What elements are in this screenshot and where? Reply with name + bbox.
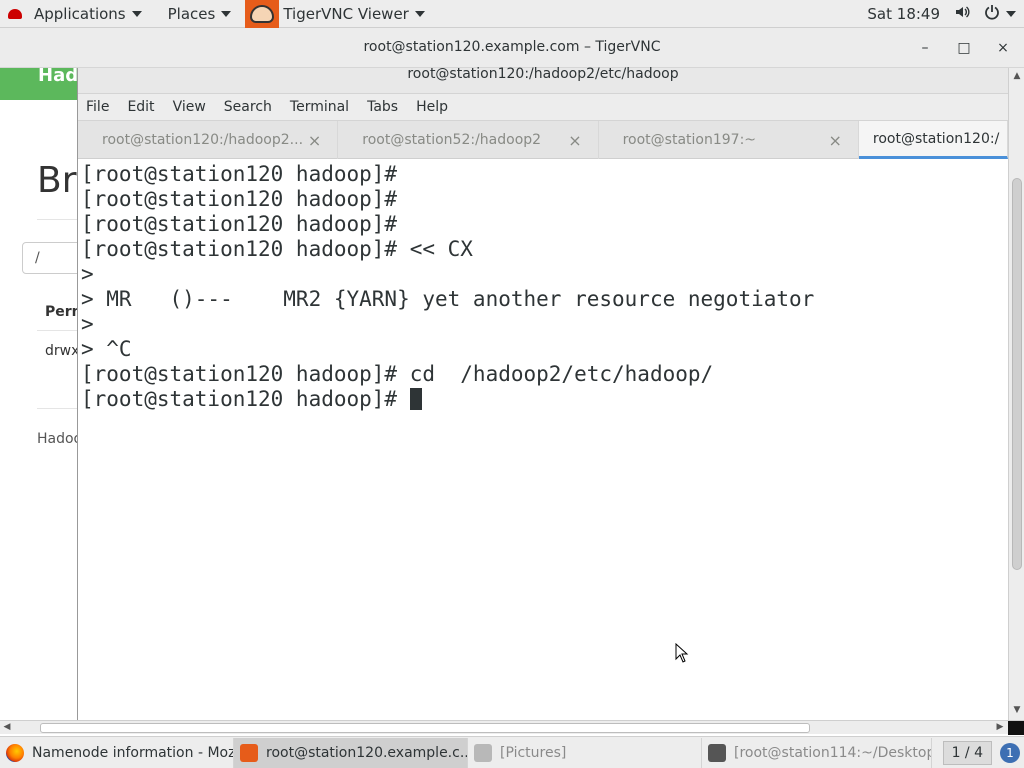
clock[interactable]: Sat 18:49 [867, 5, 940, 23]
applications-menu[interactable]: Applications [0, 0, 148, 28]
terminal-line: [root@station120 hadoop]# [81, 187, 398, 211]
tab-label: root@station120:/hadoop2... [102, 132, 304, 148]
divider [37, 219, 78, 220]
scroll-corner [1008, 721, 1024, 735]
page-footer: Hadoo [37, 431, 78, 447]
close-icon[interactable]: × [828, 131, 841, 150]
terminal-output[interactable]: [root@station120 hadoop]# [root@station12… [78, 159, 1009, 720]
page-heading: Bro [37, 160, 78, 201]
terminal-line: > [81, 312, 94, 336]
terminal-line: [root@station120 hadoop]# [81, 212, 398, 236]
task-label: Namenode information - Moz... [32, 744, 234, 761]
notification-badge[interactable]: 1 [1000, 742, 1020, 763]
terminal-line: > MR ()--- MR2 {YARN} yet another resour… [81, 287, 815, 311]
vnc-window-title: root@station120.example.com – TigerVNC [363, 39, 661, 55]
close-icon[interactable]: × [568, 131, 581, 150]
scroll-left-icon[interactable]: ◀ [1, 721, 13, 733]
tab-station120-active[interactable]: root@station120:/ [858, 121, 1008, 159]
firefox-icon [6, 743, 24, 762]
applications-label: Applications [34, 4, 126, 23]
redhat-icon [8, 8, 22, 19]
power-icon[interactable] [984, 4, 1000, 24]
places-label: Places [167, 4, 216, 23]
table-cell-permission: drwx [45, 343, 78, 359]
terminal-line: [root@station120 hadoop]# [81, 162, 398, 186]
places-menu[interactable]: Places [162, 0, 238, 28]
task-firefox[interactable]: Namenode information - Moz... [0, 737, 234, 768]
terminal-line: > ^C [81, 337, 132, 361]
terminal-line: [root@station120 hadoop]# << CX [81, 237, 473, 261]
tab-label: root@station197:~ [622, 132, 757, 148]
terminal-line: > [81, 262, 94, 286]
navbar-brand[interactable]: Hado [38, 68, 78, 86]
maximize-button[interactable]: □ [954, 38, 974, 58]
tab-label: root@station120:/ [872, 130, 1000, 147]
menu-file[interactable]: File [86, 99, 109, 115]
tab-label: root@station52:/hadoop2 [362, 132, 542, 148]
vertical-scrollbar[interactable]: ▲ ▼ [1008, 68, 1024, 720]
terminal-tabbar: root@station120:/hadoop2... × root@stati… [78, 121, 1008, 159]
mouse-pointer-icon [675, 643, 689, 663]
workspace-indicator[interactable]: 1 / 4 [942, 740, 992, 765]
task-label: [root@station114:~/Desktop] [734, 744, 932, 761]
menu-edit[interactable]: Edit [127, 99, 154, 115]
task-tigervnc[interactable]: root@station120.example.c... [234, 737, 468, 768]
divider [37, 330, 78, 331]
menu-terminal[interactable]: Terminal [290, 99, 349, 115]
close-icon[interactable]: × [308, 131, 321, 150]
task-label: root@station120.example.c... [266, 744, 468, 761]
hadoop-navbar: Hado [0, 68, 78, 100]
table-header-permission: Perm [45, 304, 78, 320]
divider [37, 408, 78, 409]
tigervnc-icon [245, 0, 280, 28]
app-menu-label: TigerVNC Viewer [283, 4, 409, 23]
chevron-down-icon [221, 10, 232, 17]
task-pictures[interactable]: [Pictures] [468, 737, 702, 768]
menu-view[interactable]: View [173, 99, 206, 115]
scroll-right-icon[interactable]: ▶ [994, 721, 1006, 733]
terminal-icon [708, 743, 726, 762]
background-browser-page: Hado Bro / Perm drwx Hadoo [0, 68, 78, 720]
app-menu[interactable]: TigerVNC Viewer [237, 0, 431, 28]
terminal-window: root@station120:/hadoop2/etc/hadoop File… [77, 67, 1009, 720]
scrollbar-thumb[interactable] [40, 723, 810, 733]
terminal-menubar: File Edit View Search Terminal Tabs Help [78, 94, 1008, 121]
minimize-button[interactable]: – [915, 38, 935, 58]
text-cursor [409, 388, 422, 410]
close-button[interactable]: × [993, 38, 1013, 58]
menu-help[interactable]: Help [416, 99, 448, 115]
terminal-prompt-line: [root@station120 hadoop]# [81, 387, 1009, 412]
terminal-title: root@station120:/hadoop2/etc/hadoop [78, 67, 1008, 94]
window-list-taskbar: Namenode information - Moz... root@stati… [0, 736, 1024, 768]
terminal-prompt: [root@station120 hadoop]# [81, 387, 410, 411]
tab-station120-hadoop2[interactable]: root@station120:/hadoop2... × [78, 121, 339, 159]
task-label: [Pictures] [500, 744, 567, 761]
tigervnc-icon [240, 743, 258, 762]
menu-tabs[interactable]: Tabs [367, 99, 398, 115]
horizontal-scrollbar[interactable]: ◀ ▶ [0, 720, 1024, 735]
tab-station197-home[interactable]: root@station197:~ × [599, 121, 859, 159]
folder-icon [474, 743, 492, 762]
scroll-down-icon[interactable]: ▼ [1011, 704, 1023, 716]
top-bar: Applications Places TigerVNC Viewer Sat … [0, 0, 1024, 28]
menu-search[interactable]: Search [224, 99, 272, 115]
task-terminal[interactable]: [root@station114:~/Desktop] [702, 737, 932, 768]
scrollbar-thumb[interactable] [1012, 178, 1022, 570]
path-input[interactable]: / [22, 242, 78, 274]
tab-station52-hadoop2[interactable]: root@station52:/hadoop2 × [338, 121, 599, 159]
scroll-up-icon[interactable]: ▲ [1011, 70, 1023, 82]
terminal-line: [root@station120 hadoop]# cd /hadoop2/et… [81, 362, 714, 386]
system-menu-chevron-icon[interactable] [1006, 11, 1016, 17]
volume-icon[interactable] [954, 4, 970, 24]
chevron-down-icon [414, 10, 425, 17]
vnc-window-header: root@station120.example.com – TigerVNC –… [0, 28, 1024, 68]
chevron-down-icon [131, 10, 142, 17]
